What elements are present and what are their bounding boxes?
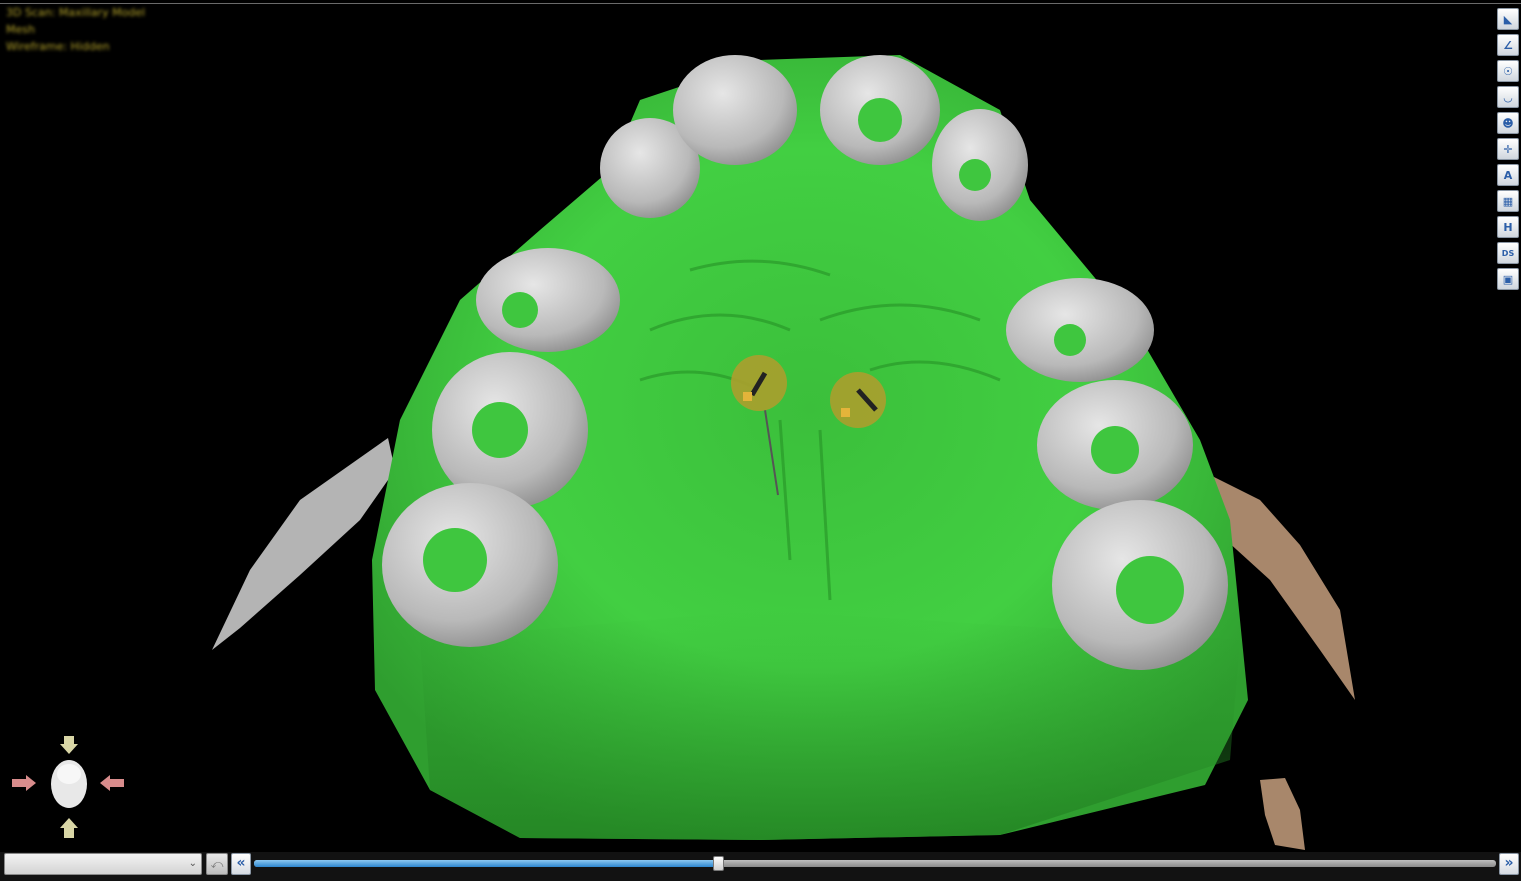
skull-icon[interactable]: ☉ [1497, 60, 1519, 82]
hud-line-3: Wireframe: Hidden [6, 40, 110, 53]
next-button[interactable]: » [1499, 853, 1519, 875]
arrow-up-icon [60, 736, 78, 754]
face-icon[interactable]: ☻ [1497, 112, 1519, 134]
hud-overlay: 3D Scan: Maxillary Model Mesh Wireframe:… [6, 4, 145, 55]
arch-icon[interactable]: ◡ [1497, 86, 1519, 108]
3d-viewport[interactable]: 3D Scan: Maxillary Model Mesh Wireframe:… [0, 0, 1521, 852]
ruler-icon[interactable]: ◣ [1497, 8, 1519, 30]
dimension-icon[interactable]: H [1497, 216, 1519, 238]
timeline-slider-thumb[interactable] [713, 856, 724, 871]
arrow-left-icon [100, 775, 124, 791]
timeline-slider-track[interactable] [254, 860, 1496, 867]
hud-line-1: 3D Scan: Maxillary Model [6, 6, 146, 19]
implant-marker-right[interactable] [830, 372, 886, 428]
previous-button[interactable]: « [231, 853, 251, 875]
orientation-widget[interactable] [10, 728, 128, 840]
undo-icon[interactable]: ⤺ [206, 853, 228, 875]
arrow-down-icon [60, 818, 78, 838]
view-select[interactable]: ⌄ [4, 853, 202, 875]
arrow-right-icon [12, 775, 36, 791]
bone-wing-left [212, 438, 395, 650]
grid-icon[interactable]: ▦ [1497, 190, 1519, 212]
text-icon[interactable]: A [1497, 164, 1519, 186]
screenshot-icon[interactable]: ▣ [1497, 268, 1519, 290]
right-toolbar: ◣ ∠ ☉ ◡ ☻ ✛ A ▦ H DS ▣ [1497, 8, 1519, 294]
bone-fragment [1260, 778, 1305, 850]
hud-line-2: Mesh [6, 23, 35, 36]
timeline-slider-fill [254, 860, 719, 867]
chevron-down-icon: ⌄ [188, 858, 197, 869]
dental-model-render[interactable] [0, 0, 1521, 852]
axis-icon[interactable]: ✛ [1497, 138, 1519, 160]
angle-icon[interactable]: ∠ [1497, 34, 1519, 56]
bottom-bar: ⌄ ⤺ « » [0, 852, 1521, 881]
ds-icon[interactable]: DS [1497, 242, 1519, 264]
